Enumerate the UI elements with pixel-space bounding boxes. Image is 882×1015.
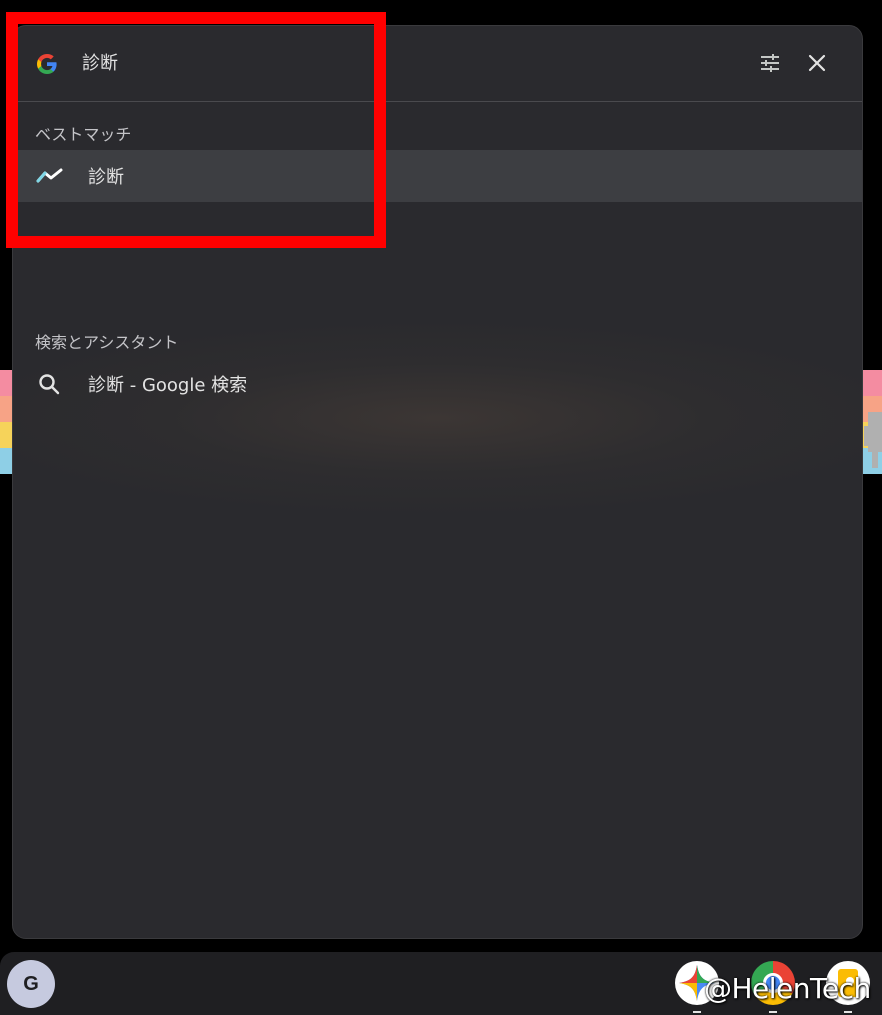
trending-line-icon xyxy=(36,168,63,183)
search-icon xyxy=(39,374,60,395)
wallpaper-pixel-art xyxy=(864,412,882,470)
best-match-result[interactable]: 診断 xyxy=(13,150,862,202)
best-match-heading: ベストマッチ xyxy=(35,125,132,144)
launcher-button[interactable]: G xyxy=(7,960,55,1008)
close-icon[interactable] xyxy=(805,51,829,75)
watermark-text: @HelenTech xyxy=(704,972,871,1005)
search-divider xyxy=(13,101,862,102)
best-match-label: 診断 xyxy=(88,167,124,188)
google-search-result[interactable]: 診断 - Google 検索 xyxy=(13,363,862,407)
search-bar[interactable]: 診断 xyxy=(13,26,862,102)
search-query-text[interactable]: 診断 xyxy=(82,49,118,75)
google-search-label: 診断 - Google 検索 xyxy=(88,375,248,396)
launcher-panel: 診断 ベストマッチ 診断 検索とアシスタント 診断 - Google 検索 xyxy=(12,25,863,939)
google-g-icon xyxy=(37,54,57,74)
search-assistant-heading: 検索とアシスタント xyxy=(35,333,179,352)
wallpaper-stripes-left xyxy=(0,370,12,474)
tune-settings-icon[interactable] xyxy=(758,51,782,75)
